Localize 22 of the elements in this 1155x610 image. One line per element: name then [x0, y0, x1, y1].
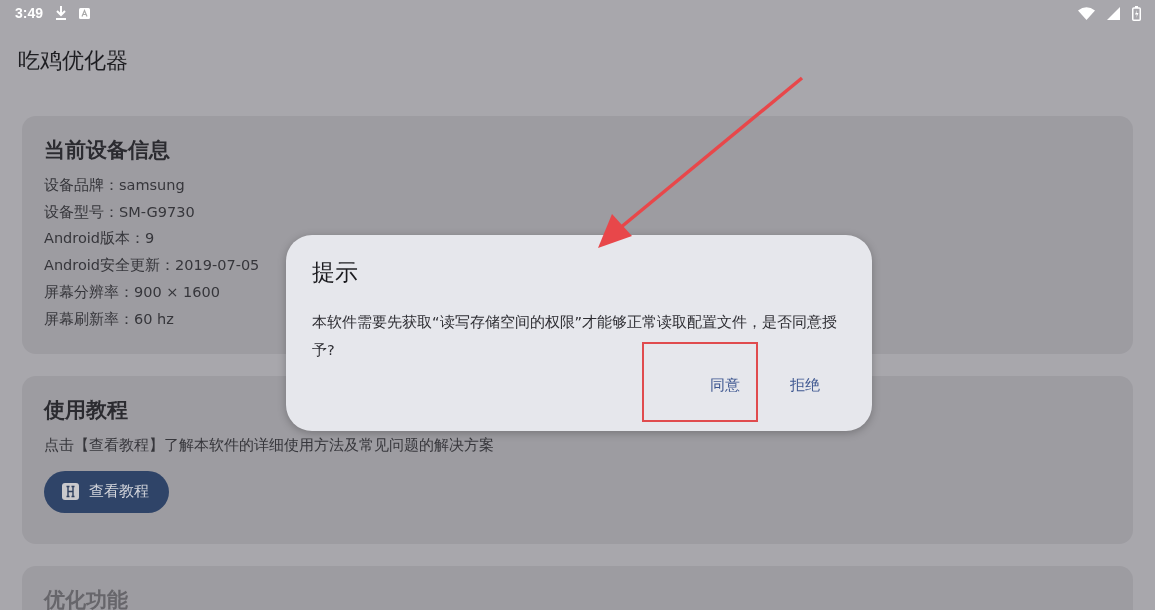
card-title: 当前设备信息: [44, 137, 171, 164]
status-time: 3:49: [15, 5, 44, 21]
info-line: Android安全更新：2019-07-05: [44, 256, 260, 276]
app-title: 吃鸡优化器: [18, 47, 128, 75]
info-line: 屏幕分辨率：900 × 1600: [44, 282, 220, 302]
view-tutorial-button[interactable]: 查看教程: [44, 470, 169, 513]
info-line: 设备品牌：samsung: [44, 176, 185, 195]
signal-icon: [1107, 6, 1120, 20]
info-line: 设备型号：SM-G9730: [44, 202, 195, 222]
dialog-button[interactable]: 拒绝: [782, 372, 828, 399]
dialog-title: 提示: [312, 258, 359, 287]
info-line: 屏幕刷新率：60 hz: [44, 309, 174, 329]
download-icon: [55, 6, 68, 20]
battery-icon: [1132, 5, 1141, 21]
info-line: Android版本：9: [44, 229, 155, 249]
wifi-icon: [1078, 6, 1095, 20]
dialog-message: 本软件需要先获取“读写存储空间的权限”才能够正常读取配置文件，是否同意授予?: [312, 313, 839, 360]
h-logo-icon: [62, 483, 79, 501]
card-title: 使用教程: [44, 397, 129, 424]
tutorial-description: 点击【查看教程】了解本软件的详细使用方法及常见问题的解决方案: [44, 436, 495, 455]
app-notification-icon: [79, 7, 91, 19]
dialog-button[interactable]: 同意: [702, 372, 748, 399]
